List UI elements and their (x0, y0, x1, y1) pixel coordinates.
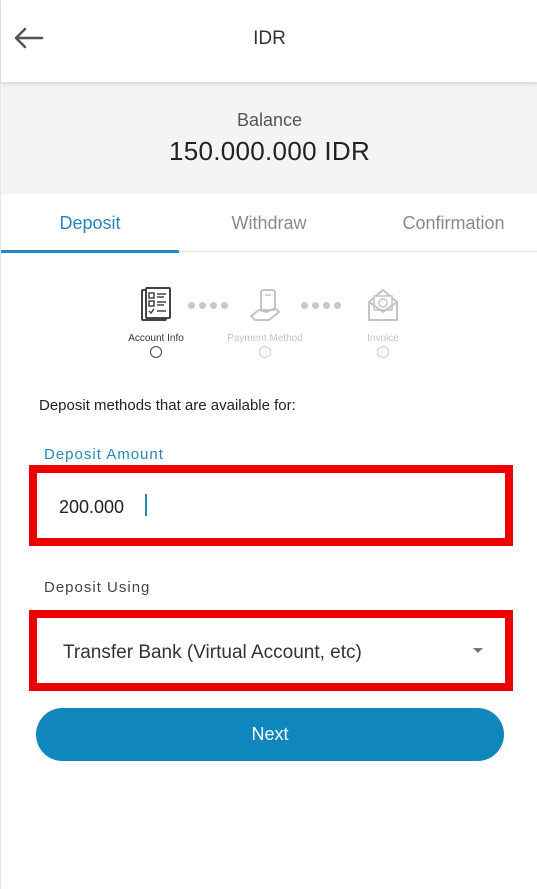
step-connector (301, 302, 341, 309)
active-tab-indicator (1, 250, 179, 253)
progress-stepper: Account Info Payment Method Invoice (1, 282, 537, 362)
balance-value: 150.000.000 IDR (168, 136, 371, 166)
app-header: IDR (1, 0, 537, 82)
tab-bar: Deposit Withdraw Confirmation (1, 194, 537, 253)
account-info-icon (141, 287, 171, 321)
balance-panel: Balance 150.000.000 IDR (1, 82, 537, 194)
step-radio-invoice (377, 346, 389, 358)
step-radio-payment-method (259, 346, 271, 358)
step-radio-account-info (150, 346, 162, 358)
deposit-using-label: Deposit Using (44, 579, 151, 596)
deposit-methods-text: Deposit methods that are available for: (39, 397, 296, 414)
next-button[interactable]: Next (36, 708, 504, 761)
tab-deposit[interactable]: Deposit (1, 194, 179, 252)
text-caret (145, 494, 147, 516)
balance-label: Balance (236, 110, 303, 130)
page-title: IDR (253, 28, 286, 49)
deposit-screen: IDR Balance 150.000.000 IDR Deposit With… (0, 0, 537, 889)
deposit-amount-label: Deposit Amount (44, 446, 164, 463)
step-payment-method: Payment Method (220, 286, 310, 358)
step-account-info: Account Info (116, 286, 196, 358)
tab-confirmation[interactable]: Confirmation (369, 194, 537, 252)
invoice-icon (368, 289, 398, 321)
deposit-amount-field[interactable] (29, 465, 513, 546)
deposit-using-select[interactable]: Transfer Bank (Virtual Account, etc) (29, 610, 513, 691)
deposit-using-value: Transfer Bank (Virtual Account, etc) (63, 642, 362, 663)
caret-down-icon (473, 648, 483, 653)
step-invoice: Invoice (353, 286, 413, 358)
step-label-account-info: Account Info (128, 333, 184, 344)
payment-method-icon (250, 289, 280, 321)
tab-withdraw[interactable]: Withdraw (179, 194, 359, 252)
deposit-amount-input[interactable] (59, 493, 479, 521)
step-label-invoice: Invoice (367, 333, 399, 344)
step-label-payment-method: Payment Method (227, 333, 303, 344)
